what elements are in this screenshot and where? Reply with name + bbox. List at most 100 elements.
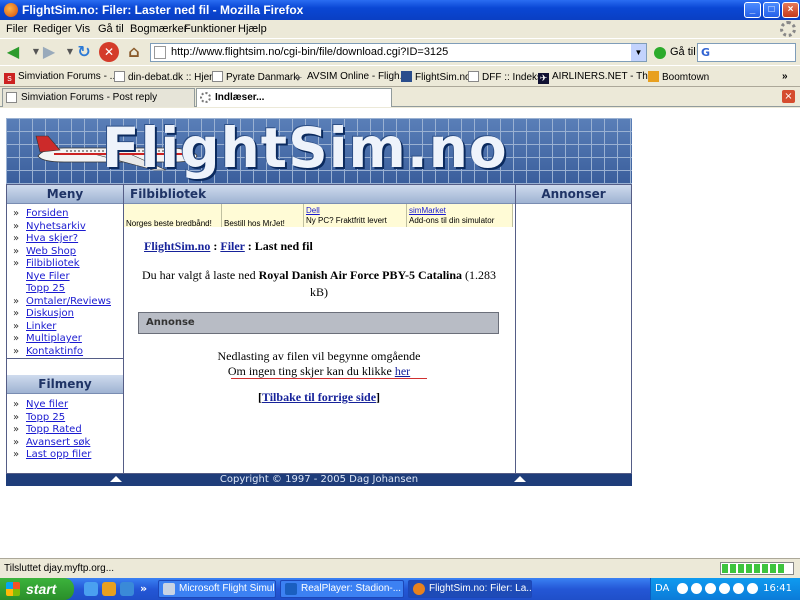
status-text: Tilsluttet djay.myftp.org...	[4, 563, 115, 574]
title-bar[interactable]: FlightSim.no: Filer: Laster ned fil - Mo…	[0, 0, 800, 20]
firefox-quicklaunch-icon[interactable]	[102, 582, 116, 596]
start-button[interactable]: start	[0, 578, 74, 600]
reload-icon[interactable]: ↻	[74, 42, 94, 62]
bullet-icon: »	[13, 436, 20, 448]
menu-hjaelp[interactable]: Hjælp	[238, 23, 267, 35]
menu-item[interactable]: Nye Filer	[13, 271, 123, 284]
filmeny-item[interactable]: » Last opp filer	[13, 449, 123, 462]
menu-item-link[interactable]: Nye Filer	[26, 271, 70, 282]
download-here-link[interactable]: her	[395, 364, 410, 378]
menu-item-link[interactable]: Diskusjon	[26, 308, 74, 319]
menu-rediger[interactable]: Rediger	[33, 23, 72, 35]
tray-icon-network[interactable]	[691, 583, 702, 594]
back-arrow-icon[interactable]: ◀	[3, 42, 23, 62]
menu-item-link[interactable]: Forsiden	[26, 208, 68, 219]
menu-item-link[interactable]: Filbibliotek	[26, 258, 80, 269]
task-realplayer[interactable]: RealPlayer: Stadion-...	[280, 580, 404, 598]
desktop-icon[interactable]	[120, 582, 134, 596]
page-icon	[212, 71, 223, 82]
filmeny-item-link[interactable]: Topp Rated	[26, 424, 82, 435]
menu-item[interactable]: » Web Shop	[13, 246, 123, 259]
menu-item[interactable]: Topp 25	[13, 283, 123, 296]
tray-icon-realplayer[interactable]	[747, 583, 758, 594]
menu-item[interactable]: » Forsiden	[13, 208, 123, 221]
url-dropdown-icon[interactable]: ▼	[631, 44, 646, 61]
ad-dell[interactable]: Dell Ny PC? Fraktfritt levert	[304, 204, 407, 227]
tray-icon-volume[interactable]	[733, 583, 744, 594]
filmeny-item-link[interactable]: Nye filer	[26, 399, 68, 410]
chevron-right-icon[interactable]: »	[140, 582, 154, 596]
menu-item-link[interactable]: Hva skjer?	[26, 233, 78, 244]
ad-strip: Norges beste bredbånd! Bestill hos MrJet…	[124, 204, 513, 228]
ie-icon[interactable]	[84, 582, 98, 596]
status-bar: Tilsluttet djay.myftp.org...	[0, 558, 800, 578]
bookmarks-toolbar: s Simviation Forums - ... din-debat.dk ::…	[0, 65, 800, 87]
task-flight-simulator[interactable]: Microsoft Flight Simul...	[158, 580, 276, 598]
menu-ga-til[interactable]: Gå til	[98, 23, 124, 35]
task-firefox[interactable]: FlightSim.no: Filer: La...	[408, 580, 532, 598]
bookmark-dff[interactable]: DFF :: Indeks	[468, 71, 542, 83]
url-input[interactable]: http://www.flightsim.no/cgi-bin/file/dow…	[150, 43, 647, 62]
bullet-icon: »	[13, 424, 20, 435]
filmeny-item-link[interactable]: Topp 25	[26, 412, 65, 423]
filmeny-item[interactable]: » Topp Rated	[13, 424, 123, 437]
language-indicator[interactable]: DA	[655, 578, 669, 600]
bookmark-airliners[interactable]: ✈ AIRLINERS.NET - Th...	[538, 71, 656, 84]
filmeny-item-link[interactable]: Last opp filer	[26, 449, 91, 460]
ad-bredband[interactable]: Norges beste bredbånd!	[124, 204, 222, 228]
filmeny-item[interactable]: » Nye filer	[13, 399, 123, 412]
menu-item-link[interactable]: Topp 25	[26, 283, 65, 294]
bookmark-avsim[interactable]: ✈ AVSIM Online - Fligh...	[293, 71, 408, 84]
bookmark-flightsim[interactable]: FlightSim.no	[401, 71, 471, 83]
bookmark-boomtown[interactable]: Boomtown	[648, 71, 709, 83]
bookmark-din-debat[interactable]: din-debat.dk :: Hjem	[114, 71, 218, 83]
realplayer-icon	[285, 583, 297, 595]
menu-item-link[interactable]: Nyhetsarkiv	[26, 221, 86, 232]
go-button[interactable]: Gå til	[670, 46, 696, 58]
breadcrumb-home-link[interactable]: FlightSim.no	[144, 239, 210, 253]
minimize-button[interactable]: _	[744, 2, 761, 18]
tab-loading[interactable]: Indlæser...	[196, 88, 392, 107]
back-link[interactable]: Tilbake til forrige side	[262, 390, 376, 404]
filmeny-item[interactable]: » Topp 25	[13, 412, 123, 425]
menu-item[interactable]: » Hva skjer?	[13, 233, 123, 246]
filmeny-item[interactable]: » Avansert søk	[13, 437, 123, 450]
ad-mrjet[interactable]: Bestill hos MrJet!	[222, 204, 304, 228]
ad-simmarket[interactable]: simMarket Add-ons til din simulator	[407, 204, 513, 227]
stop-icon[interactable]: ✕	[99, 42, 119, 62]
maximize-button[interactable]: □	[763, 2, 780, 18]
menu-item-link[interactable]: Multiplayer	[26, 333, 82, 344]
menu-bogmaerker[interactable]: Bogmærker	[130, 23, 187, 35]
menu-item[interactable]: » Filbibliotek	[13, 258, 123, 271]
menu-item[interactable]: » Diskusjon	[13, 308, 123, 321]
menu-item-link[interactable]: Linker	[26, 321, 56, 332]
menu-item-link[interactable]: Web Shop	[26, 246, 76, 257]
menu-item[interactable]: » Nyhetsarkiv	[13, 221, 123, 234]
search-input[interactable]: G	[697, 43, 796, 62]
bookmark-simviation[interactable]: s Simviation Forums - ...	[4, 71, 118, 84]
menu-item[interactable]: » Omtaler/Reviews	[13, 296, 123, 309]
bullet-icon: »	[13, 208, 20, 219]
home-icon[interactable]: ⌂	[124, 42, 144, 62]
forward-arrow-icon[interactable]: ▶	[39, 42, 59, 62]
menu-item-link[interactable]: Omtaler/Reviews	[26, 296, 111, 307]
tray-icon-arrow[interactable]	[677, 583, 688, 594]
close-tab-icon[interactable]: ×	[782, 90, 795, 103]
chevron-right-icon[interactable]: »	[782, 71, 788, 82]
menu-vis[interactable]: Vis	[75, 23, 90, 35]
menu-funktioner[interactable]: Funktioner	[184, 23, 236, 35]
annonser-heading: Annonser	[516, 185, 631, 204]
tray-icon-security[interactable]	[719, 583, 730, 594]
scroll-up-icon[interactable]	[514, 476, 526, 482]
tray-icon-msn[interactable]	[705, 583, 716, 594]
breadcrumb-files-link[interactable]: Filer	[220, 239, 244, 253]
filmeny-item-link[interactable]: Avansert søk	[26, 437, 90, 448]
scroll-up-icon[interactable]	[110, 476, 122, 482]
go-arrow-icon[interactable]	[654, 47, 666, 59]
bookmark-pyrate[interactable]: Pyrate Danmark	[212, 71, 298, 83]
close-button[interactable]: ×	[782, 2, 799, 18]
menu-item[interactable]: » Linker	[13, 321, 123, 334]
menu-item[interactable]: » Multiplayer	[13, 333, 123, 346]
tab-simviation[interactable]: Simviation Forums - Post reply	[2, 88, 195, 107]
menu-filer[interactable]: Filer	[6, 23, 27, 35]
